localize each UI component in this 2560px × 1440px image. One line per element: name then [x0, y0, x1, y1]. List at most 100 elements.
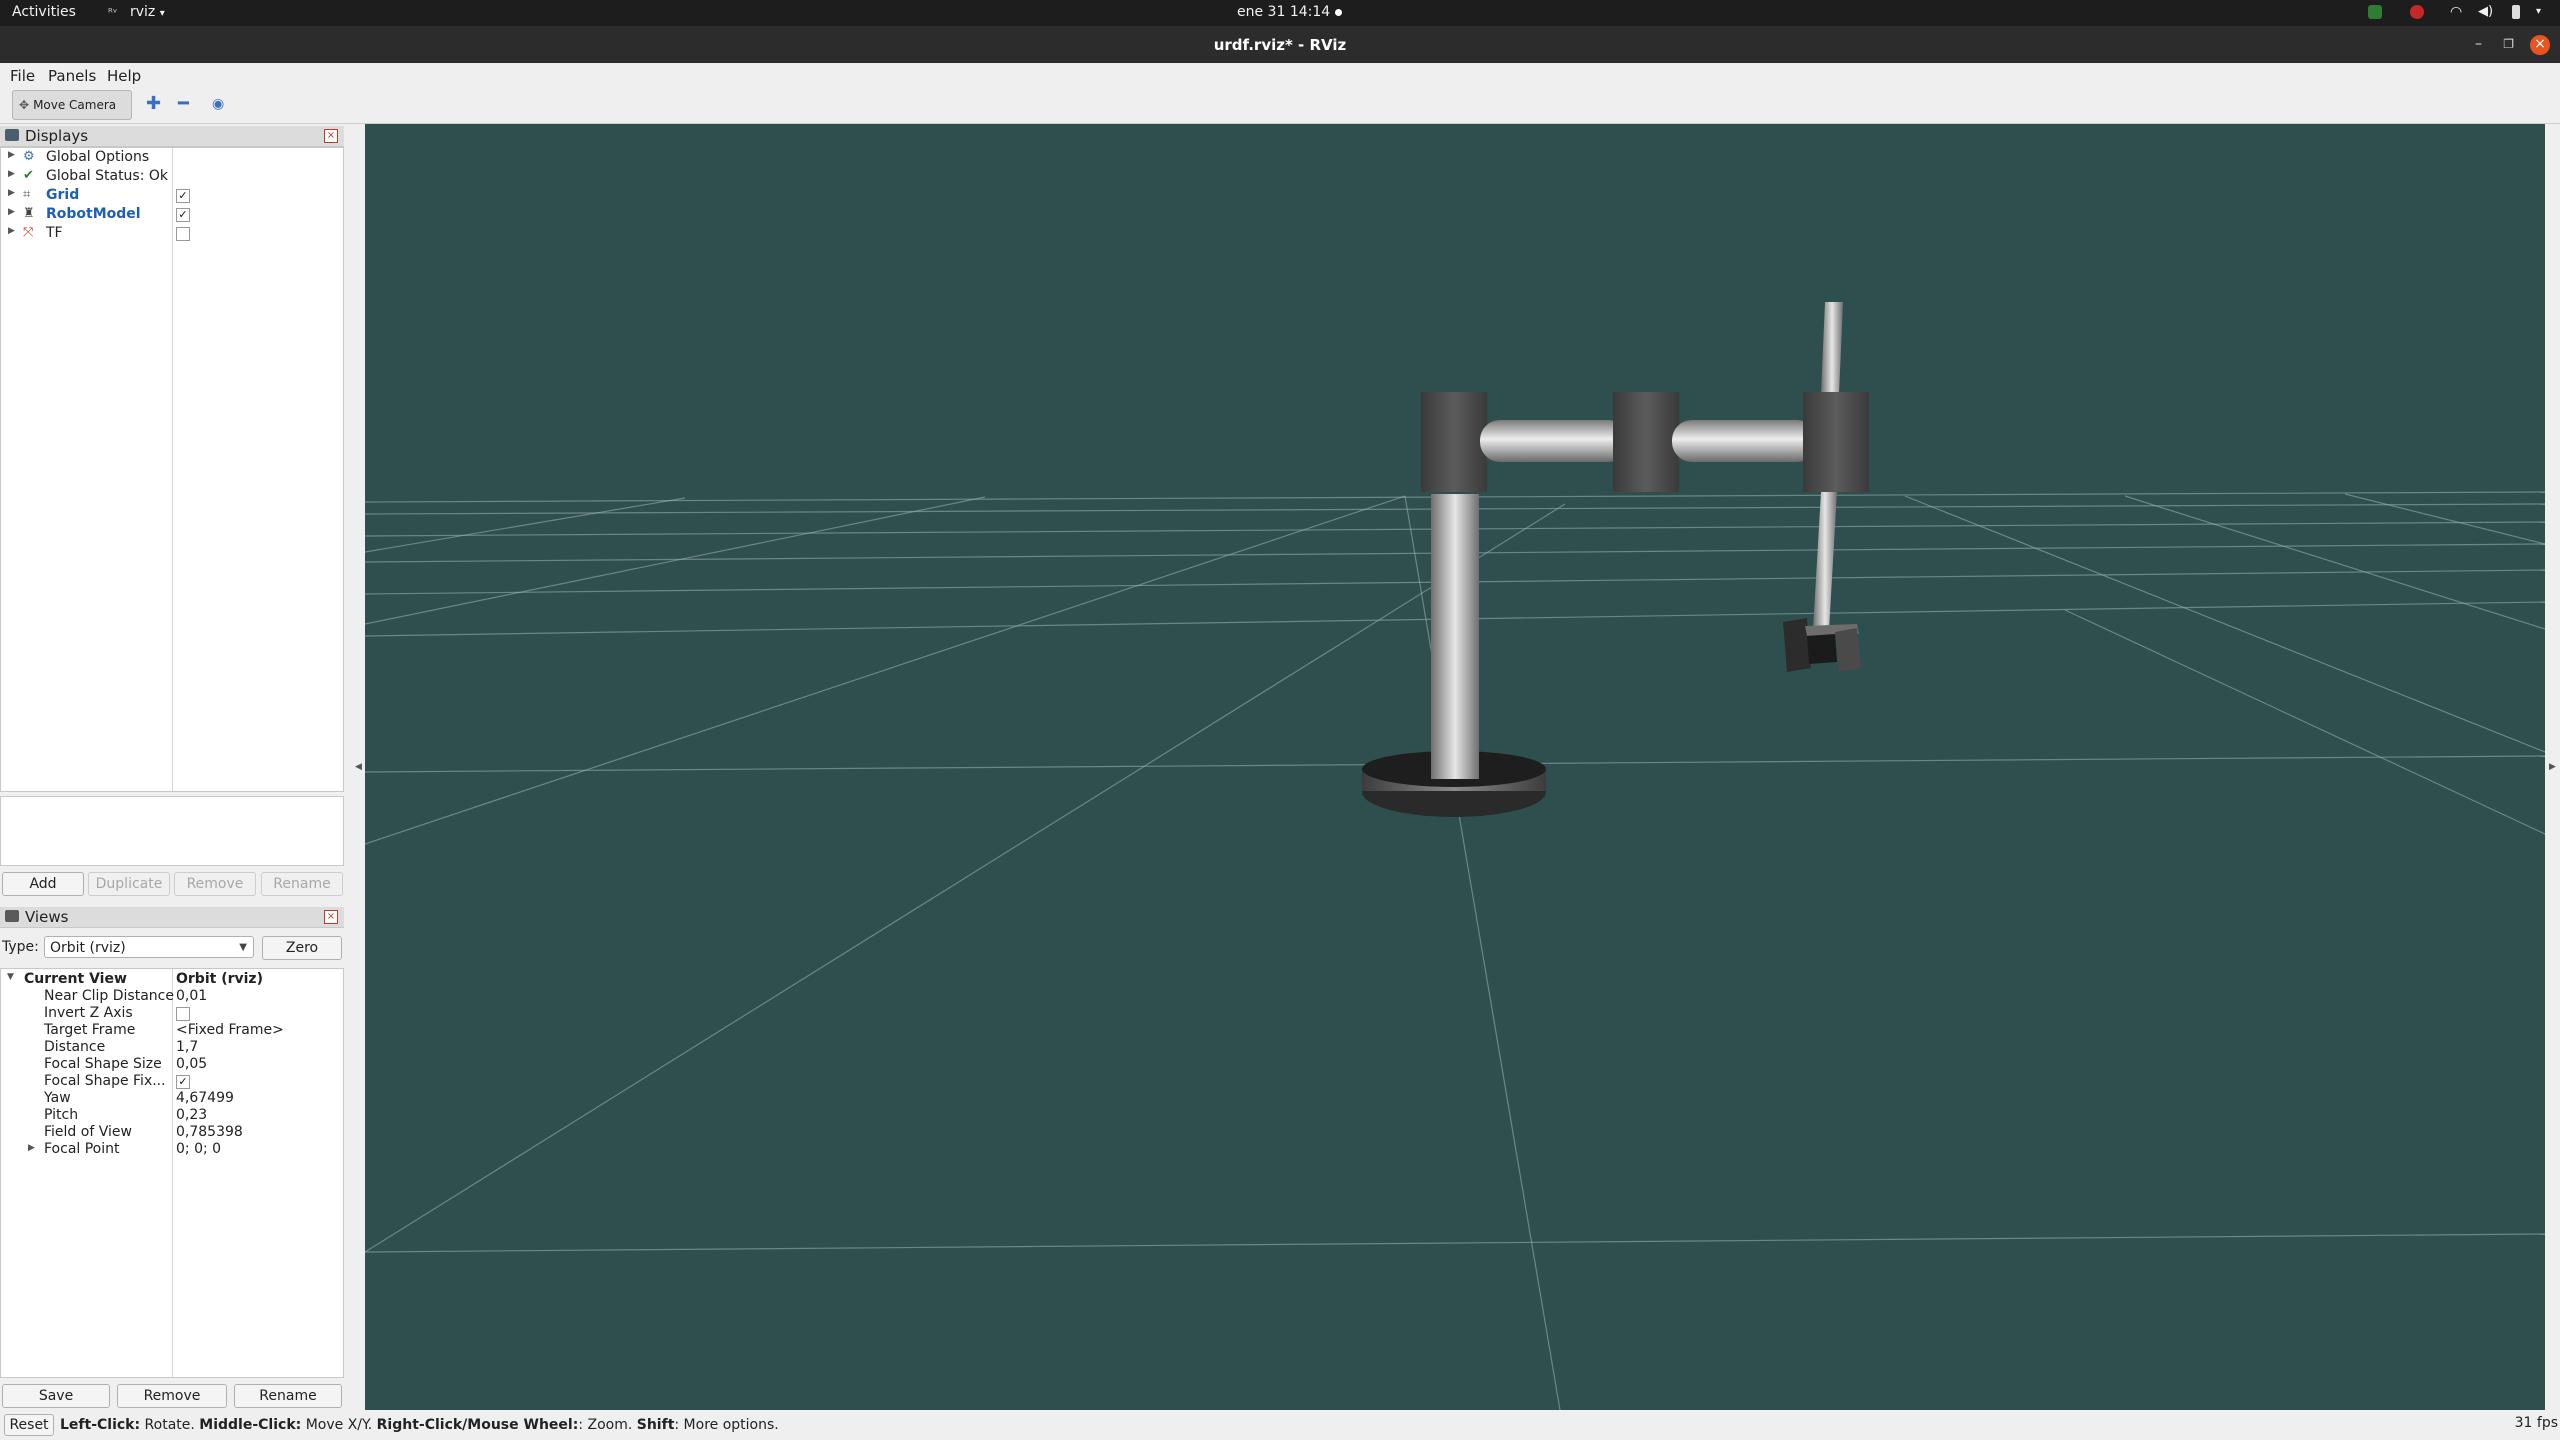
property-label: Current View	[24, 971, 127, 987]
chevron-down-icon: ▼	[239, 942, 247, 953]
shield-icon[interactable]	[2368, 5, 2382, 19]
activities-button[interactable]: Activities	[12, 4, 76, 20]
tf-enabled-checkbox[interactable]	[176, 227, 190, 241]
views-title: Views	[25, 908, 69, 926]
displays-tree[interactable]: ▶ ⚙ Global Options ▶ ✔ Global Status: Ok…	[0, 147, 344, 792]
property-value[interactable]: 4,67499	[176, 1090, 234, 1106]
property-focal-point[interactable]: ▶ Focal Point 0; 0; 0	[1, 1141, 343, 1158]
add-display-button[interactable]: Add	[2, 872, 84, 896]
save-view-button[interactable]: Save	[2, 1384, 110, 1408]
invert-z-axis-checkbox[interactable]	[176, 1007, 190, 1021]
battery-icon[interactable]	[2512, 5, 2520, 19]
collapse-right-dock-icon[interactable]: ▶	[2549, 762, 2556, 772]
wrist-lower-link	[1813, 492, 1837, 630]
status-bar: Reset Left-Click: Rotate. Middle-Click: …	[0, 1410, 2560, 1440]
display-item-grid[interactable]: ▶ ⌗ Grid ✓	[1, 186, 343, 205]
minimize-icon[interactable]: –	[2475, 37, 2482, 51]
wifi-icon[interactable]: ◠	[2450, 4, 2462, 20]
property-focal-shape-fixed[interactable]: Focal Shape Fix... ✓	[1, 1073, 343, 1090]
grid-enabled-checkbox[interactable]: ✓	[176, 189, 190, 203]
close-window-button[interactable]: ×	[2530, 35, 2550, 55]
display-item-global-options[interactable]: ▶ ⚙ Global Options	[1, 148, 343, 167]
move-camera-button[interactable]: ✥ Move Camera	[12, 90, 132, 120]
display-item-tf[interactable]: ▶ ⤧ TF	[1, 224, 343, 243]
fps-counter: 31 fps	[2514, 1415, 2558, 1431]
expand-arrow-icon[interactable]: ▶	[8, 188, 15, 198]
volume-icon[interactable]: ◀)	[2478, 4, 2493, 19]
close-panel-icon[interactable]: ×	[324, 910, 338, 924]
property-value[interactable]: 0,05	[176, 1056, 207, 1072]
menu-panels[interactable]: Panels	[48, 67, 96, 85]
duplicate-display-button[interactable]: Duplicate	[88, 872, 170, 896]
views-properties-tree[interactable]: ▼ Current View Orbit (rviz) Near Clip Di…	[0, 968, 344, 1378]
property-value[interactable]: 0,23	[176, 1107, 207, 1123]
collapse-arrow-icon[interactable]: ▼	[7, 972, 14, 982]
display-item-robotmodel[interactable]: ▶ ♜ RobotModel ✓	[1, 205, 343, 224]
property-near-clip-distance[interactable]: Near Clip Distance 0,01	[1, 988, 343, 1005]
property-value[interactable]: 0,01	[176, 988, 207, 1004]
property-value[interactable]: 0; 0; 0	[176, 1141, 221, 1157]
notification-dot-icon	[1335, 9, 1342, 16]
hint-part: Left-Click:	[60, 1417, 141, 1433]
robotmodel-enabled-checkbox[interactable]: ✓	[176, 208, 190, 222]
app-menu-label: rviz	[130, 4, 156, 20]
close-panel-icon[interactable]: ×	[324, 129, 338, 143]
focus-icon[interactable]: ◉	[212, 96, 224, 112]
scene-3d	[365, 302, 2545, 1410]
measure-icon[interactable]: ━	[178, 93, 189, 114]
views-panel-header: Views ×	[0, 907, 344, 928]
property-focal-shape-size[interactable]: Focal Shape Size 0,05	[1, 1056, 343, 1073]
tool-bar: ✥ Move Camera ✚ ━ ◉	[0, 87, 2560, 124]
rename-display-button[interactable]: Rename	[261, 872, 343, 896]
app-menu[interactable]: rviz ▾	[130, 4, 165, 20]
expand-arrow-icon[interactable]: ▶	[8, 169, 15, 179]
property-field-of-view[interactable]: Field of View 0,785398	[1, 1124, 343, 1141]
property-value[interactable]: 0,785398	[176, 1124, 243, 1140]
menu-file[interactable]: File	[10, 67, 35, 85]
property-label: Yaw	[44, 1090, 71, 1106]
rename-view-button[interactable]: Rename	[234, 1384, 342, 1408]
remove-view-button[interactable]: Remove	[117, 1384, 227, 1408]
upper-arm-link	[1480, 420, 1628, 462]
property-invert-z-axis[interactable]: Invert Z Axis	[1, 1005, 343, 1022]
property-value: Orbit (rviz)	[176, 971, 263, 987]
column-divider	[172, 148, 173, 791]
check-icon: ✔	[23, 168, 34, 183]
property-target-frame[interactable]: Target Frame <Fixed Frame>	[1, 1022, 343, 1039]
clock[interactable]: ene 31 14:14	[1237, 4, 1330, 20]
property-yaw[interactable]: Yaw 4,67499	[1, 1090, 343, 1107]
hint-part: : More options.	[674, 1417, 779, 1433]
hint-part: : Zoom.	[578, 1417, 637, 1433]
type-label: Type:	[2, 939, 39, 955]
restore-icon[interactable]: ❐	[2503, 37, 2514, 51]
display-item-global-status[interactable]: ▶ ✔ Global Status: Ok	[1, 167, 343, 186]
monitor-icon	[5, 129, 19, 141]
zero-button[interactable]: Zero	[262, 936, 342, 960]
reset-view-button[interactable]: Reset	[4, 1414, 54, 1436]
property-value[interactable]: 1,7	[176, 1039, 198, 1055]
view-type-value: Orbit (rviz)	[50, 940, 126, 956]
system-menu-chevron-icon[interactable]: ▾	[2536, 6, 2541, 17]
expand-arrow-icon[interactable]: ▶	[28, 1143, 35, 1153]
property-value[interactable]: <Fixed Frame>	[176, 1022, 284, 1038]
wrist-upper-link	[1821, 302, 1843, 394]
expand-arrow-icon[interactable]: ▶	[8, 207, 15, 217]
view-type-select[interactable]: Orbit (rviz) ▼	[44, 936, 254, 958]
property-distance[interactable]: Distance 1,7	[1, 1039, 343, 1056]
focal-shape-fixed-checkbox[interactable]: ✓	[176, 1075, 190, 1089]
gripper-finger-right	[1835, 628, 1861, 672]
expand-arrow-icon[interactable]: ▶	[8, 226, 15, 236]
property-label: Field of View	[44, 1124, 132, 1140]
interact-icon[interactable]: ✚	[146, 93, 161, 114]
expand-arrow-icon[interactable]: ▶	[8, 150, 15, 160]
hint-part: Middle-Click:	[199, 1417, 302, 1433]
remove-display-button[interactable]: Remove	[174, 872, 256, 896]
property-pitch[interactable]: Pitch 0,23	[1, 1107, 343, 1124]
menu-help[interactable]: Help	[107, 67, 141, 85]
render-viewport[interactable]	[365, 124, 2545, 1410]
app-indicator-icon[interactable]	[2410, 5, 2424, 19]
collapse-left-dock-icon[interactable]: ◀	[355, 762, 362, 772]
window-titlebar[interactable]: urdf.rviz* - RViz – ❐ ×	[0, 26, 2560, 63]
current-view-row[interactable]: ▼ Current View Orbit (rviz)	[1, 971, 343, 988]
hint-part: Right-Click/Mouse Wheel:	[376, 1417, 579, 1433]
